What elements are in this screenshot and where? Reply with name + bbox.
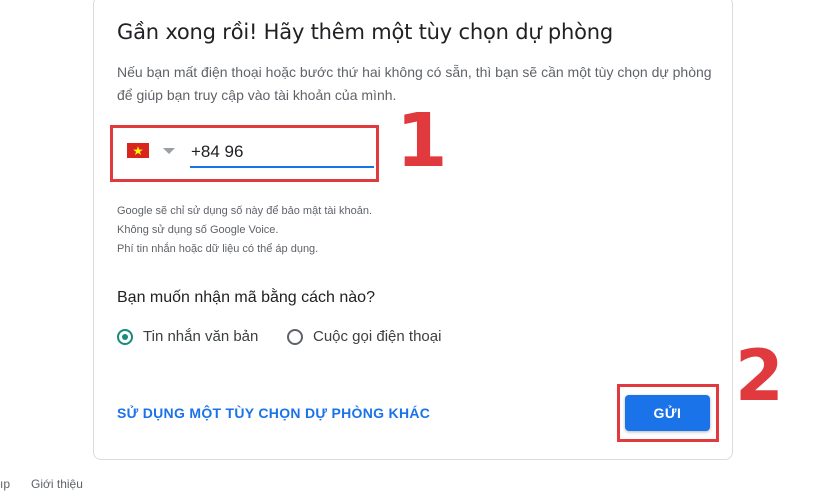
send-button[interactable]: GỬI <box>625 395 710 431</box>
phone-number-input[interactable] <box>190 140 374 168</box>
radio-text-message[interactable]: Tin nhắn văn bản <box>117 328 258 345</box>
footer-about-link[interactable]: Giới thiệu <box>31 477 83 491</box>
annotation-number-2: 2 <box>735 335 784 417</box>
vietnam-flag-icon[interactable] <box>127 143 149 158</box>
radio-checked-icon[interactable] <box>117 328 133 345</box>
phone-notes: Google sẽ chỉ sử dụng số này để bảo mật … <box>117 202 517 259</box>
radio-phone-call[interactable]: Cuộc gọi điện thoại <box>287 328 441 345</box>
page-title: Gần xong rồi! Hãy thêm một tùy chọn dự p… <box>117 20 614 44</box>
note-line: Google sẽ chỉ sử dụng số này để bảo mật … <box>117 205 373 217</box>
radio-label-sms: Tin nhắn văn bản <box>143 328 259 345</box>
footer-link-fragment[interactable]: ıp <box>0 477 10 491</box>
country-dropdown-chevron-down-icon[interactable] <box>163 148 175 154</box>
note-line: Phí tin nhắn hoặc dữ liệu có thể áp dụng… <box>117 243 319 255</box>
radio-label-call: Cuộc gọi điện thoại <box>313 328 442 345</box>
radio-unchecked-icon[interactable] <box>287 328 303 345</box>
use-other-backup-option-link[interactable]: SỬ DỤNG MỘT TÙY CHỌN DỰ PHÒNG KHÁC <box>117 405 430 421</box>
annotation-number-1: 1 <box>396 98 448 184</box>
code-method-question: Bạn muốn nhận mã bằng cách nào? <box>117 289 375 306</box>
note-line: Không sử dụng số Google Voice. <box>117 224 279 236</box>
